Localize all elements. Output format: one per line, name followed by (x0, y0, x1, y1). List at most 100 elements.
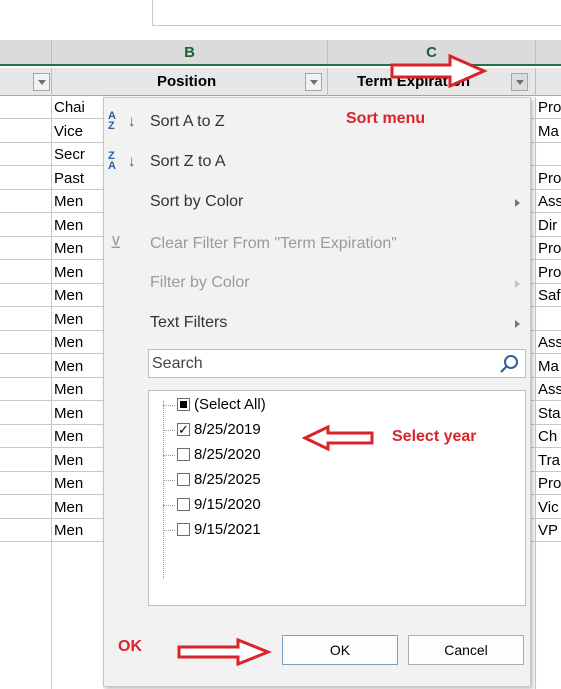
submenu-arrow-icon (515, 280, 520, 288)
filter-dropdown-button-a[interactable] (33, 73, 50, 91)
filter-by-color-label: Filter by Color (150, 274, 250, 291)
clear-filter-icon: ⊻ (110, 235, 122, 252)
formula-bar-area (0, 0, 561, 36)
cell-column-a[interactable]: Men (51, 403, 103, 425)
cell-column-a[interactable]: Men (51, 238, 103, 260)
cell-column-d[interactable]: Pro (536, 262, 561, 284)
tree-connector (163, 480, 175, 481)
cell-column-a[interactable]: Secr (51, 144, 103, 166)
cell-column-a[interactable]: Men (51, 356, 103, 378)
sort-ascending-icon: AZ (108, 110, 116, 132)
cell-column-a[interactable]: Men (51, 379, 103, 401)
cancel-button[interactable]: Cancel (408, 635, 524, 665)
filter-sort-menu: AZ ↓ Sort A to Z ZA ↓ Sort Z to A Sort b… (103, 97, 531, 687)
cell-column-a[interactable]: Men (51, 285, 103, 307)
cell-column-a[interactable]: Men (51, 262, 103, 284)
cell-column-a[interactable]: Past (51, 168, 103, 190)
cell-column-a[interactable]: Men (51, 191, 103, 213)
formula-input[interactable] (152, 0, 561, 26)
cell-column-d[interactable]: Saf (536, 285, 561, 307)
checkbox[interactable] (177, 419, 190, 443)
checkbox[interactable] (177, 398, 190, 411)
checkbox[interactable] (177, 448, 190, 461)
column-separator (327, 68, 328, 96)
dropdown-arrow-icon (515, 79, 524, 85)
filter-by-color-item[interactable]: Filter by Color (104, 269, 532, 297)
filter-item-label: 8/25/2020 (194, 446, 261, 463)
filter-dropdown-button-term-expiration[interactable] (511, 73, 528, 91)
cell-column-d[interactable]: Dir (536, 215, 561, 237)
cell-column-a[interactable]: Men (51, 309, 103, 331)
cell-column-d[interactable]: Tra (536, 450, 561, 472)
clear-filter-label: Clear Filter From "Term Expiration" (150, 235, 397, 252)
filter-item-label: 9/15/2021 (194, 521, 261, 538)
sort-z-to-a-item[interactable]: ZA ↓ Sort Z to A (104, 148, 532, 176)
sort-by-color-label: Sort by Color (150, 193, 244, 210)
cell-column-a[interactable]: Men (51, 450, 103, 472)
annotation-arrow-term-expiration (390, 54, 488, 88)
search-placeholder: Search (152, 355, 203, 372)
filter-list-item[interactable]: 9/15/2021 (163, 518, 463, 542)
cell-column-d[interactable]: Pro (536, 473, 561, 495)
filter-item-label: 8/25/2019 (194, 421, 261, 438)
annotation-arrow-ok (177, 638, 272, 666)
dropdown-arrow-icon (37, 79, 46, 85)
filter-item-label: 8/25/2025 (194, 471, 261, 488)
ok-button[interactable]: OK (282, 635, 398, 665)
tree-connector (163, 455, 175, 456)
cell-column-d[interactable]: VP (536, 520, 561, 542)
cell-column-d[interactable]: Pro (536, 97, 561, 119)
cell-column-d[interactable]: Ass (536, 332, 561, 354)
filter-item-label: (Select All) (194, 396, 266, 413)
sort-z-to-a-label: Sort Z to A (150, 153, 226, 170)
cell-column-a[interactable]: Men (51, 332, 103, 354)
tree-connector (163, 430, 175, 431)
down-arrow-icon: ↓ (128, 153, 136, 170)
filter-list-item[interactable]: 9/15/2020 (163, 493, 463, 517)
checkbox[interactable] (177, 498, 190, 511)
cell-column-d[interactable]: Ass (536, 191, 561, 213)
cell-column-d[interactable] (536, 144, 561, 166)
text-filters-label: Text Filters (150, 314, 228, 331)
annotation-ok: OK (118, 638, 142, 655)
cell-column-d[interactable]: Ch (536, 426, 561, 448)
column-separator (51, 68, 52, 96)
filter-list-item[interactable]: (Select All) (163, 393, 463, 417)
filter-list-item[interactable]: 8/25/2025 (163, 468, 463, 492)
cell-column-d[interactable]: Ass (536, 379, 561, 401)
cell-column-d[interactable]: Ma (536, 121, 561, 143)
cell-column-d[interactable]: Sta (536, 403, 561, 425)
tree-connector (163, 505, 175, 506)
cell-column-a[interactable]: Men (51, 497, 103, 519)
column-separator (535, 40, 536, 64)
sort-descending-icon: ZA (108, 150, 116, 172)
cell-column-d[interactable]: Ma (536, 356, 561, 378)
filter-search-input[interactable]: Search (148, 349, 526, 378)
sort-by-color-item[interactable]: Sort by Color (104, 188, 532, 216)
cell-column-a[interactable]: Vice (51, 121, 103, 143)
annotation-select-year: Select year (392, 428, 477, 445)
filter-dropdown-button-position[interactable] (305, 73, 322, 91)
cell-column-d[interactable]: Vic (536, 497, 561, 519)
checkbox[interactable] (177, 523, 190, 536)
annotation-sort-menu: Sort menu (346, 110, 426, 127)
clear-filter-item[interactable]: ⊻ Clear Filter From "Term Expiration" (104, 230, 532, 258)
cell-column-a[interactable]: Men (51, 520, 103, 542)
cell-column-a[interactable]: Men (51, 215, 103, 237)
checkbox[interactable] (177, 473, 190, 486)
cell-column-d[interactable]: Pro (536, 168, 561, 190)
cell-column-a[interactable]: Men (51, 473, 103, 495)
text-filters-item[interactable]: Text Filters (104, 309, 532, 337)
cell-column-d[interactable] (536, 309, 561, 331)
search-icon (500, 355, 518, 373)
sort-a-to-z-item[interactable]: AZ ↓ Sort A to Z (104, 108, 532, 136)
annotation-arrow-select-year (302, 424, 374, 452)
dropdown-arrow-icon (309, 79, 318, 85)
filter-values-list: (Select All) 8/25/2019 8/25/2020 8/25/2025 9… (148, 390, 526, 606)
column-b-header[interactable]: B (52, 40, 327, 64)
cell-column-d[interactable]: Pro (536, 238, 561, 260)
cell-column-a[interactable]: Men (51, 426, 103, 448)
submenu-arrow-icon (515, 320, 520, 328)
position-header: Position (157, 73, 217, 90)
cell-column-a[interactable]: Chai (51, 97, 103, 119)
